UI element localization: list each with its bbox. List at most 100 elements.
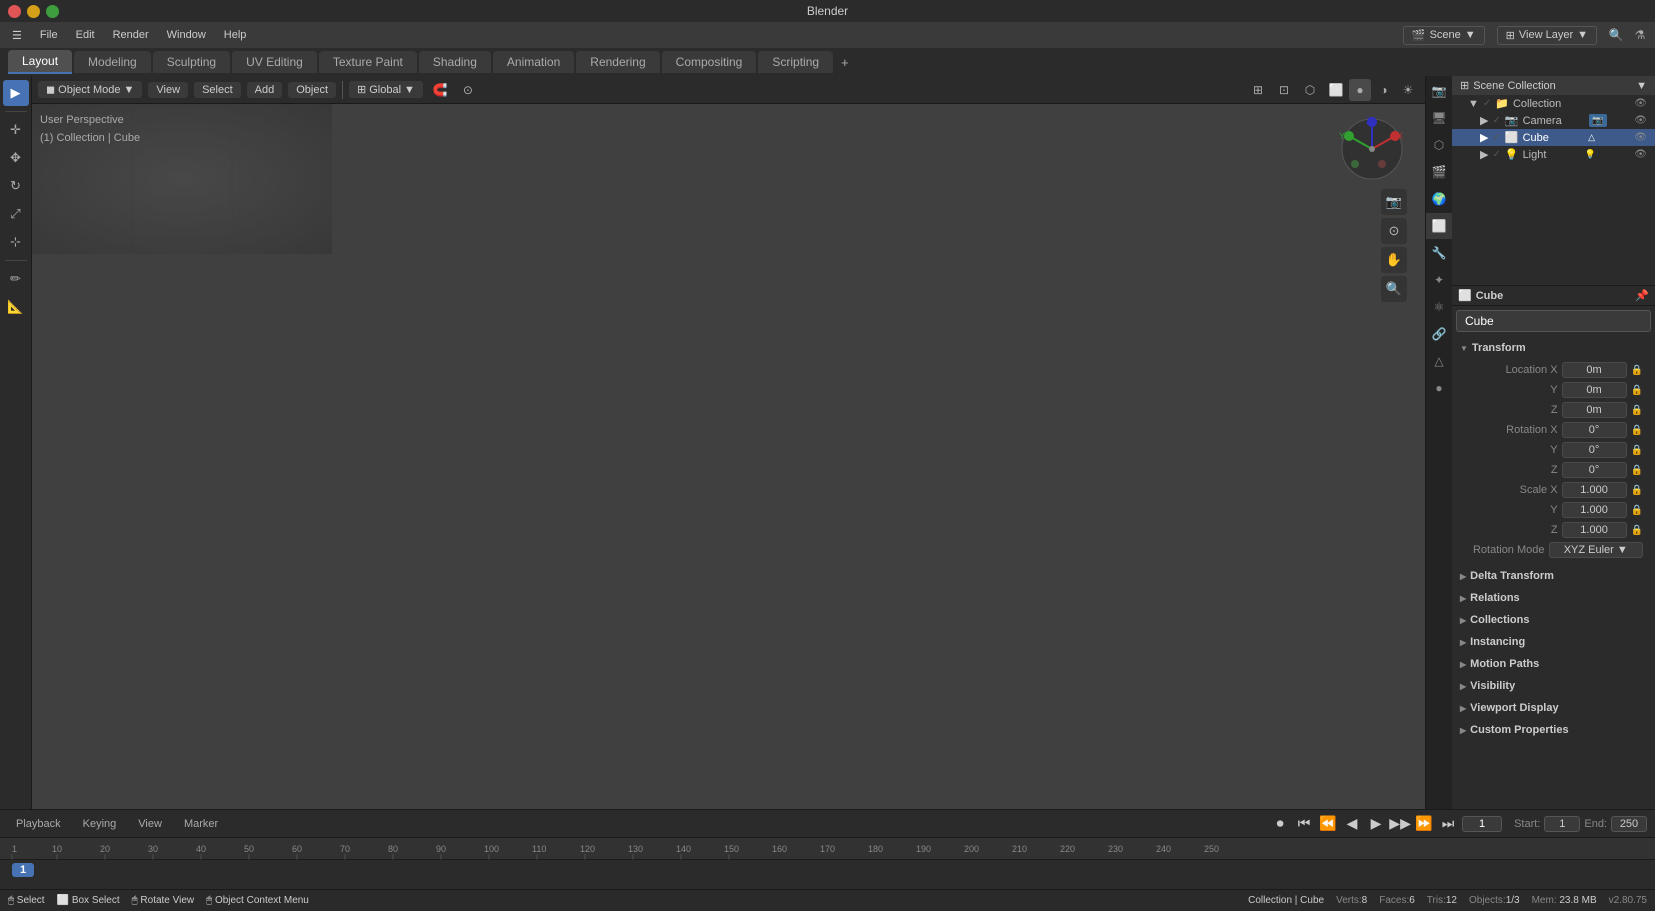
relations-header[interactable]: Relations [1452, 588, 1655, 608]
close-button[interactable] [8, 5, 21, 18]
camera-eye[interactable]: 👁 [1634, 115, 1647, 126]
play-button[interactable]: ▶ [1366, 814, 1386, 834]
workspace-tab-animation[interactable]: Animation [493, 51, 574, 73]
workspace-tab-texture[interactable]: Texture Paint [319, 51, 417, 73]
light-eye[interactable]: 👁 [1634, 149, 1647, 160]
location-z-lock[interactable]: 🔒 [1631, 405, 1643, 416]
transform-tool[interactable]: ⊹ [3, 229, 29, 255]
next-frame-button[interactable]: ▶▶ [1390, 814, 1410, 834]
modifier-properties-icon[interactable]: 🔧 [1426, 240, 1452, 266]
menu-window[interactable]: Window [159, 27, 214, 43]
motion-paths-header[interactable]: Motion Paths [1452, 654, 1655, 674]
minimize-button[interactable] [27, 5, 40, 18]
rotation-z-value[interactable]: 0° [1562, 462, 1627, 478]
workspace-tab-modeling[interactable]: Modeling [74, 51, 151, 73]
workspace-tab-shading[interactable]: Shading [419, 51, 491, 73]
workspace-tab-layout[interactable]: Layout [8, 50, 72, 74]
workspace-tab-sculpting[interactable]: Sculpting [153, 51, 230, 73]
location-x-value[interactable]: 0m [1562, 362, 1627, 378]
current-frame-input[interactable]: 1 [1462, 816, 1502, 832]
add-menu[interactable]: Add [247, 82, 283, 98]
playback-menu[interactable]: Playback [8, 816, 69, 832]
wireframe-mode[interactable]: ⬜ [1325, 79, 1347, 101]
transform-orientation[interactable]: ⊞ Global ▼ [349, 81, 423, 98]
menu-render[interactable]: Render [105, 27, 157, 43]
outliner-camera[interactable]: ▶ ✓ 📷 Camera 📷 👁 [1452, 112, 1655, 129]
scale-x-lock[interactable]: 🔒 [1631, 485, 1643, 496]
nav-gizmo[interactable]: X Y Z [1337, 114, 1407, 184]
data-properties-icon[interactable]: △ [1426, 348, 1452, 374]
show-gizmos[interactable]: ⊞ [1247, 79, 1269, 101]
mode-selector[interactable]: ◼ Object Mode ▼ [38, 81, 142, 98]
prev-keyframe-button[interactable]: ⏪ [1318, 814, 1338, 834]
world-properties-icon[interactable]: 🌍 [1426, 186, 1452, 212]
scale-x-value[interactable]: 1.000 [1562, 482, 1627, 498]
obj-name-input[interactable]: Cube [1456, 310, 1651, 332]
rotation-x-lock[interactable]: 🔒 [1631, 425, 1643, 436]
camera-view-btn[interactable]: 📷 [1381, 189, 1407, 215]
physics-properties-icon[interactable]: ⚛ [1426, 294, 1452, 320]
render-properties-icon[interactable]: 📷 [1426, 78, 1452, 104]
output-properties-icon[interactable]: 🖥 [1426, 105, 1452, 131]
menu-edit[interactable]: Edit [68, 27, 103, 43]
material-properties-icon[interactable]: ● [1426, 375, 1452, 401]
end-frame-input[interactable]: 250 [1611, 816, 1647, 832]
location-y-lock[interactable]: 🔒 [1631, 385, 1643, 396]
filter-button[interactable]: ⚗ [1629, 24, 1651, 46]
scale-tool[interactable]: ⤢ [3, 201, 29, 227]
location-z-value[interactable]: 0m [1562, 402, 1627, 418]
viewlayer-selector[interactable]: ⊞ View Layer ▼ [1497, 26, 1597, 45]
outliner-light[interactable]: ▶ ✓ 💡 Light 💡 👁 [1452, 146, 1655, 163]
keying-menu[interactable]: Keying [75, 816, 125, 832]
editor-type-selector[interactable]: ☰ [4, 27, 30, 44]
snap-toggle[interactable]: 🧲 [429, 79, 451, 101]
visibility-header[interactable]: Visibility [1452, 676, 1655, 696]
add-workspace-button[interactable]: + [835, 53, 855, 72]
viewport-overlays[interactable]: ⊡ [1273, 79, 1295, 101]
transform-section-header[interactable]: Transform [1452, 338, 1655, 358]
instancing-header[interactable]: Instancing [1452, 632, 1655, 652]
scene-properties-icon[interactable]: 🎬 [1426, 159, 1452, 185]
viewport-display-header[interactable]: Viewport Display [1452, 698, 1655, 718]
timeline-scrub-area[interactable]: 1 10 20 30 40 50 60 70 80 90 100 110 120… [0, 838, 1655, 889]
measure-tool[interactable]: 📐 [3, 294, 29, 320]
search-button[interactable]: 🔍 [1605, 24, 1627, 46]
scale-y-lock[interactable]: 🔒 [1631, 505, 1643, 516]
prev-frame-button[interactable]: ◀ [1342, 814, 1362, 834]
delta-transform-header[interactable]: Delta Transform [1452, 566, 1655, 586]
location-x-lock[interactable]: 🔒 [1631, 365, 1643, 376]
frame-numbers-row[interactable]: 1 [0, 860, 1655, 882]
custom-properties-header[interactable]: Custom Properties [1452, 720, 1655, 740]
menu-file[interactable]: File [32, 27, 66, 43]
rotation-mode-value[interactable]: XYZ Euler ▼ [1549, 542, 1644, 558]
particles-properties-icon[interactable]: ✦ [1426, 267, 1452, 293]
start-frame-input[interactable]: 1 [1544, 816, 1580, 832]
cube-eye[interactable]: 👁 [1634, 132, 1647, 143]
constraints-properties-icon[interactable]: 🔗 [1426, 321, 1452, 347]
outliner-collection[interactable]: ▼ ✓ 📁 Collection 👁 [1452, 95, 1655, 112]
scene-selector[interactable]: 🎬 Scene ▼ [1403, 26, 1485, 45]
rotation-z-lock[interactable]: 🔒 [1631, 465, 1643, 476]
collections-header[interactable]: Collections [1452, 610, 1655, 630]
workspace-tab-scripting[interactable]: Scripting [758, 51, 833, 73]
workspace-tab-rendering[interactable]: Rendering [576, 51, 659, 73]
view-layer-properties-icon[interactable]: ⬡ [1426, 132, 1452, 158]
proportional-toggle[interactable]: ⊙ [457, 79, 479, 101]
lookdev-mode[interactable]: ◑ [1373, 79, 1395, 101]
scale-y-value[interactable]: 1.000 [1562, 502, 1627, 518]
scale-z-value[interactable]: 1.000 [1562, 522, 1627, 538]
jump-start-button[interactable]: ⏮ [1294, 814, 1314, 834]
select-menu[interactable]: Select [194, 82, 241, 98]
maximize-button[interactable] [46, 5, 59, 18]
object-menu[interactable]: Object [288, 82, 336, 98]
collection-eye[interactable]: 👁 [1634, 98, 1647, 109]
outliner-cube[interactable]: ▶ ✓ ⬜ Cube △ 👁 [1452, 129, 1655, 146]
pan-btn[interactable]: ✋ [1381, 247, 1407, 273]
solid-mode[interactable]: ● [1349, 79, 1371, 101]
xray-toggle[interactable]: ⬡ [1299, 79, 1321, 101]
record-button[interactable]: ⏺ [1270, 814, 1290, 834]
outliner-filter[interactable]: ▼ [1636, 80, 1647, 92]
scale-z-lock[interactable]: 🔒 [1631, 525, 1643, 536]
rotation-y-lock[interactable]: 🔒 [1631, 445, 1643, 456]
rendered-mode[interactable]: ☀ [1397, 79, 1419, 101]
